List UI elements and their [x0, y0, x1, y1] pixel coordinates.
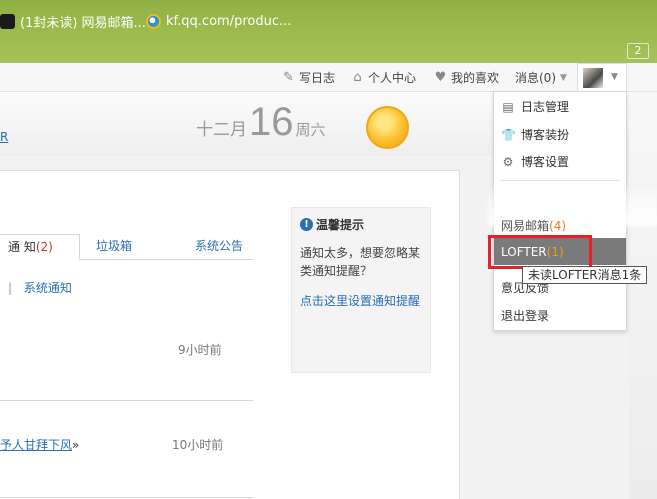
menu-divider — [500, 180, 620, 181]
menu-item-log-management[interactable]: ▤ 日志管理 — [494, 94, 626, 120]
divider — [0, 497, 253, 498]
nav-messages[interactable]: 消息(0) ▼ — [515, 69, 567, 86]
bookmark-netease-mail[interactable]: (1封未读) 网易邮箱... — [0, 10, 146, 32]
bookmark-kf-qq[interactable]: kf.qq.com/produc... — [146, 10, 291, 32]
gear-icon: ⚙ — [502, 155, 514, 169]
tips-title-text: 温馨提示 — [316, 218, 365, 232]
page-margin — [629, 92, 657, 499]
menu-item-label: 博客设置 — [521, 155, 570, 169]
lofter-tooltip: 未读LOFTER消息1条 — [522, 266, 648, 284]
chevron-down-icon: ▼ — [560, 72, 567, 83]
date-day: 16 — [249, 100, 294, 144]
menu-item-label: 退出登录 — [501, 309, 550, 323]
nav-messages-label: 消息(0) — [515, 71, 556, 85]
notice-item: 予人甘拜下风» — [0, 436, 79, 453]
chevron-down-icon: ▼ — [611, 72, 618, 82]
divider — [0, 400, 253, 401]
tips-title: ! 温馨提示 — [300, 216, 364, 233]
menu-item-label: 日志管理 — [521, 100, 570, 114]
tips-box: ! 温馨提示 通知太多，想要忽略某类通知提醒？ 点击这里设置通知提醒 — [291, 207, 431, 373]
subfilter: | 系统通知 — [8, 279, 72, 296]
nav-personal-center[interactable]: ⌂ 个人中心 — [351, 69, 416, 86]
edit-icon: ✎ — [283, 70, 294, 85]
header-link[interactable]: R — [0, 130, 8, 144]
nav-write-log[interactable]: ✎ 写日志 — [282, 69, 335, 86]
heart-icon: ♥ — [434, 70, 447, 85]
bookmark-label: (1封未读) 网易邮箱... — [20, 15, 146, 31]
nav-likes-label: 我的喜欢 — [451, 71, 500, 85]
home-icon: ⌂ — [353, 70, 362, 85]
nav-center-label: 个人中心 — [368, 71, 417, 85]
bookmark-label: kf.qq.com/produc... — [166, 13, 292, 29]
notice-link[interactable]: 予人甘拜下风 — [0, 438, 72, 452]
menu-item-blog-decor[interactable]: 👕 博客装扮 — [494, 122, 626, 148]
nav-my-likes[interactable]: ♥ 我的喜欢 — [434, 69, 499, 86]
notification-tabs: 通 知(2) 垃圾箱 系统公告 — [0, 234, 253, 260]
user-dropdown-menu: ▤ 日志管理 👕 博客装扮 ⚙ 博客设置 网易邮箱 (4) LOFTER (1) 意… — [488, 91, 657, 331]
date-weekday: 周六 — [295, 121, 326, 139]
tab-notices-label: 通 知 — [8, 240, 36, 254]
menu-item-label: 博客装扮 — [521, 128, 570, 142]
notice-suffix: » — [72, 438, 80, 452]
sun-weather-icon — [366, 106, 409, 149]
date-display: 十二月 16 周六 — [196, 100, 326, 145]
mail-favicon-icon — [0, 13, 15, 29]
document-icon: ▤ — [502, 100, 514, 114]
tips-settings-link[interactable]: 点击这里设置通知提醒 — [300, 292, 420, 309]
subfilter-system-notices[interactable]: 系统通知 — [24, 281, 72, 295]
tab-notices[interactable]: 通 知(2) — [0, 234, 80, 260]
tab-count-badge[interactable]: 2 — [627, 43, 649, 59]
notice-timestamp: 10小时前 — [172, 438, 224, 452]
menu-item-blog-settings[interactable]: ⚙ 博客设置 — [494, 149, 626, 175]
shirt-icon: 👕 — [501, 128, 516, 142]
nav-write-label: 写日志 — [299, 71, 336, 85]
info-icon: ! — [300, 218, 313, 231]
user-menu-button[interactable]: ▼ — [577, 63, 627, 92]
menu-item-logout[interactable]: 退出登录 — [494, 303, 626, 329]
notice-timestamp: 9小时前 — [178, 343, 222, 357]
avatar — [583, 68, 603, 88]
tips-body: 通知太多，想要忽略某类通知提醒？ — [300, 246, 421, 278]
subfilter-separator: | — [8, 281, 13, 295]
bookmark-bar: (1封未读) 网易邮箱... kf.qq.com/produc... 2 — [0, 0, 657, 63]
tab-notices-count: (2) — [35, 240, 53, 254]
date-month: 十二月 — [196, 120, 247, 140]
qq-favicon-icon — [146, 13, 161, 29]
annotation-highlight-box — [488, 235, 592, 269]
tab-announcements[interactable]: 系统公告 — [195, 234, 243, 260]
tab-spam[interactable]: 垃圾箱 — [96, 234, 132, 260]
top-navigation: ✎ 写日志 ⌂ 个人中心 ♥ 我的喜欢 消息(0) ▼ — [0, 63, 657, 92]
